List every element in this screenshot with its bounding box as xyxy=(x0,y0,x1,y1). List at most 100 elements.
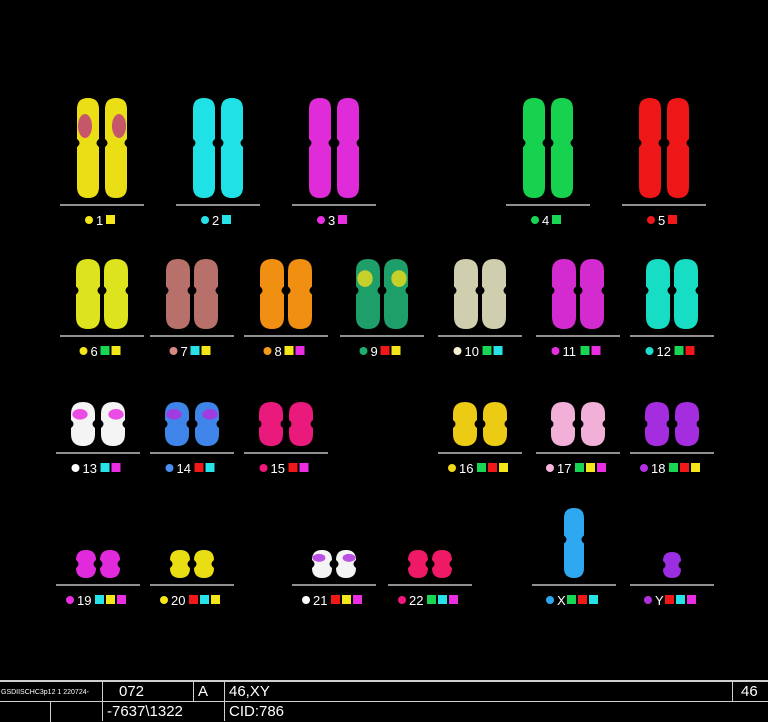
chromosome-label-14: 14 xyxy=(177,461,191,476)
chromosome-16-2 xyxy=(483,402,507,446)
chromosome-label-19: 19 xyxy=(77,593,91,608)
chromosome-20-2 xyxy=(194,550,214,578)
probe-key-11-2 xyxy=(591,346,601,355)
probe-key-18-3 xyxy=(691,463,700,472)
chromosome-pair-12: 12 xyxy=(630,259,714,359)
chromosome-label-18: 18 xyxy=(651,461,665,476)
cell-id: CID:786 xyxy=(224,702,709,721)
color-dot-1 xyxy=(85,216,93,224)
case-number: 072 xyxy=(102,682,173,701)
probe-key-14-2 xyxy=(205,463,215,472)
chromosome-22-1 xyxy=(408,550,428,578)
probe-key-9-1 xyxy=(380,346,390,355)
chromosome-9-2 xyxy=(384,259,408,329)
chromosome-15-1 xyxy=(259,402,283,446)
probe-key-15-2 xyxy=(299,463,309,472)
probe-key-19-1 xyxy=(95,595,104,604)
chromosome-count: 46 xyxy=(732,682,768,701)
chromosome-pair-1: 1 xyxy=(60,98,144,228)
probe-key-19-2 xyxy=(106,595,115,604)
chromosome-label-15: 15 xyxy=(271,461,285,476)
color-dot-5 xyxy=(647,216,655,224)
chromosome-pair-X: X xyxy=(532,508,616,608)
chromosome-3-1 xyxy=(309,98,331,198)
chromosome-18-1 xyxy=(645,402,669,446)
color-dot-15 xyxy=(259,464,268,472)
chromosome-pair-11: 11 xyxy=(536,259,620,359)
probe-key-18-1 xyxy=(669,463,678,472)
chromosome-6-2 xyxy=(104,259,128,329)
probe-key-7-1 xyxy=(190,346,200,355)
chromosome-pair-5: 5 xyxy=(622,98,706,228)
slide-id: GSDIISCHC3p12 1 220724- xyxy=(1,689,89,696)
info-blank xyxy=(50,702,103,722)
chromosome-8-1 xyxy=(260,259,284,329)
probe-key-22-3 xyxy=(449,595,458,604)
probe-key-7-2 xyxy=(201,346,211,355)
color-dot-12 xyxy=(645,347,654,355)
chromosome-pair-18: 18 xyxy=(630,402,714,476)
chromosome-17-2 xyxy=(581,402,605,446)
chromosome-11-2 xyxy=(580,259,604,329)
probe-key-20-1 xyxy=(189,595,198,604)
probe-key-13-2 xyxy=(111,463,121,472)
probe-key-17-3 xyxy=(597,463,606,472)
probe-key-1-1 xyxy=(106,215,115,224)
probe-key-21-1 xyxy=(331,595,340,604)
chromosome-pair-13: 13 xyxy=(56,402,140,476)
chromosome-8-2 xyxy=(288,259,312,329)
chromosome-14-1 xyxy=(165,402,189,446)
probe-key-2-1 xyxy=(222,215,231,224)
chromosome-6-1 xyxy=(76,259,100,329)
color-dot-X xyxy=(546,596,554,604)
chromosome-1-2 xyxy=(105,98,127,198)
karyogram-image: 1 2 3 4 56 7 8 9 10 11 1213 14 15 16 17 1819 20 21 22 X Y xyxy=(56,98,714,608)
chromosome-label-5: 5 xyxy=(658,213,665,228)
color-dot-19 xyxy=(66,596,74,604)
chromosome-label-11: 11 xyxy=(563,344,577,359)
chromosome-pair-Y: Y xyxy=(630,552,714,608)
probe-key-16-1 xyxy=(477,463,486,472)
color-dot-13 xyxy=(71,464,80,472)
chromosome-label-Y: Y xyxy=(655,593,664,608)
chromosome-label-7: 7 xyxy=(181,344,188,359)
color-dot-2 xyxy=(201,216,209,224)
chromosome-label-17: 17 xyxy=(557,461,571,476)
chromosome-9-1 xyxy=(356,259,380,329)
chromosome-19-1 xyxy=(76,550,96,578)
chromosome-10-1 xyxy=(454,259,478,329)
chromosome-label-12: 12 xyxy=(657,344,671,359)
chromosome-pair-6: 6 xyxy=(60,259,144,359)
color-dot-11 xyxy=(551,347,560,355)
chromosome-pair-14: 14 xyxy=(150,402,234,476)
probe-key-21-2 xyxy=(342,595,351,604)
chromosome-7-1 xyxy=(166,259,190,329)
chromosome-pair-15: 15 xyxy=(244,402,328,476)
chromosome-label-X: X xyxy=(557,593,566,608)
chromosome-label-20: 20 xyxy=(171,593,185,608)
flag-field: A xyxy=(193,682,214,701)
probe-key-X-3 xyxy=(589,595,598,604)
chromosome-label-6: 6 xyxy=(91,344,98,359)
chromosome-4-2 xyxy=(551,98,573,198)
chromosome-label-22: 22 xyxy=(409,593,423,608)
probe-key-6-1 xyxy=(100,346,110,355)
probe-key-16-2 xyxy=(488,463,497,472)
chromosome-11-1 xyxy=(552,259,576,329)
probe-key-14-1 xyxy=(194,463,204,472)
chromosome-label-3: 3 xyxy=(328,213,335,228)
chromosome-pair-9: 9 xyxy=(340,259,424,359)
chromosome-2-2 xyxy=(221,98,243,198)
karyotype-result: 46,XY xyxy=(224,682,709,701)
probe-key-16-3 xyxy=(499,463,508,472)
chromosome-label-21: 21 xyxy=(313,593,327,608)
color-dot-21 xyxy=(302,596,310,604)
chromosome-19-2 xyxy=(100,550,120,578)
chromosome-pair-10: 10 xyxy=(438,259,522,359)
chromosome-pair-8: 8 xyxy=(244,259,328,359)
chromosome-20-1 xyxy=(170,550,190,578)
chromosome-pair-16: 16 xyxy=(438,402,522,476)
chromosome-label-13: 13 xyxy=(83,461,97,476)
chromosome-5-1 xyxy=(639,98,661,198)
chromosome-2-1 xyxy=(193,98,215,198)
